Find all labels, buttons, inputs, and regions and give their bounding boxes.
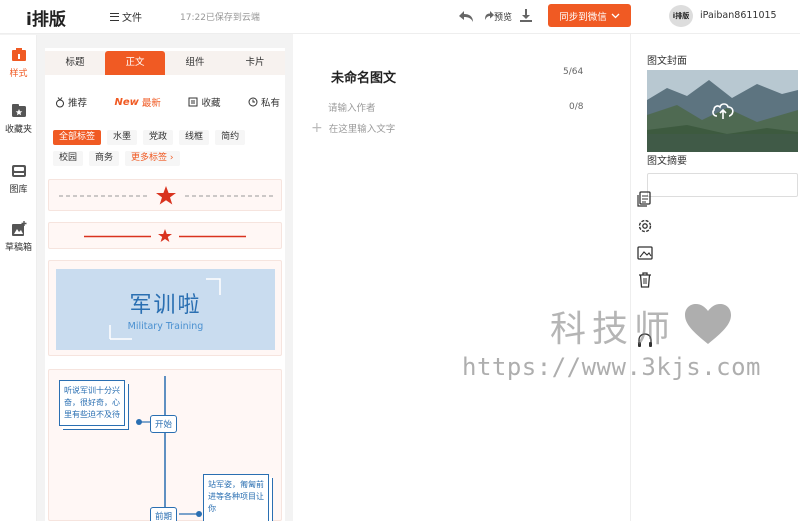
line-star-graphic [84,229,246,242]
military-training-banner: 军训啦 Military Training [56,269,275,350]
medal-icon [56,96,64,107]
file-menu-label: 文件 [122,13,142,24]
timeline-node-early: 前期 [150,507,178,521]
watermark-url: https://www.3kjs.com [462,353,761,381]
summary-label: 图文摘要 [647,156,687,167]
upload-cloud-icon [712,103,734,119]
nav-item-label: 样式 [9,69,28,79]
settings-icon[interactable] [636,217,654,235]
watermark-text: 科技师 [550,309,677,350]
filter-private[interactable]: 私有 [248,95,280,109]
nav-item-label: 图库 [9,185,28,195]
chevron-down-icon [611,13,620,18]
username[interactable]: iPaiban8611015 [700,10,777,21]
style-tabs: 标题 正文 组件 卡片 [45,51,285,75]
editor-area: 未命名图文 5/64 请输入作者 0/8 + 在这里输入文字 [293,34,630,521]
filter-recommend[interactable]: 推荐 [55,95,87,109]
tag-list: 全部标签 水墨 党政 线框 简约 校园 商务 更多标签 › [53,130,281,172]
nav-item-label: 草稿箱 [4,243,32,253]
tab-cards[interactable]: 卡片 [225,51,285,75]
title-char-count: 5/64 [563,67,584,77]
nav-item-drafts[interactable]: 草稿箱 [0,221,37,253]
drafts-icon [11,221,26,236]
app-logo[interactable]: i排版 [26,5,66,30]
tab-title[interactable]: 标题 [45,51,105,75]
gallery-icon [11,165,26,177]
trash-icon[interactable] [636,271,654,289]
filter-favorites-label: 收藏 [201,98,221,109]
avatar[interactable]: i排版 [669,5,693,27]
filter-bar: 推荐 New 最新 收藏 私有 [55,95,280,109]
tag-campus[interactable]: 校园 [53,151,84,166]
author-char-count: 0/8 [569,102,584,112]
filter-recommend-label: 推荐 [68,98,88,109]
menu-icon [110,12,119,21]
template-timeline[interactable]: 听说军训十分兴奋，很好奇，心里有些迫不及待 开始 站军姿，匍匐前进等各种项目让你… [48,369,282,521]
tag-business[interactable]: 商务 [89,151,120,166]
plus-icon: + [311,120,323,136]
filter-private-label: 私有 [260,98,280,109]
tag-party[interactable]: 党政 [143,130,174,145]
tab-components[interactable]: 组件 [165,51,225,75]
nav-item-label: 收藏夹 [4,125,32,135]
bookmark-icon [188,97,198,107]
filter-newest[interactable]: New 最新 [114,95,161,110]
save-status: 17:22已保存到云端 [180,13,260,23]
template-military-training[interactable]: 军训啦 Military Training [48,260,282,356]
template-star-divider[interactable] [48,179,282,211]
star-divider-graphic [59,186,273,205]
style-panel: 标题 正文 组件 卡片 推荐 New 最新 收藏 私有 全部标签 水墨 党政 线… [45,48,285,521]
top-bar: i排版 文件 17:22已保存到云端 预览 同步到微信 i排版 iPaiban8… [0,0,800,34]
cover-label: 图文封面 [647,56,687,67]
timeline-node-start: 开始 [150,415,178,433]
more-tags-link[interactable]: 更多标签 › [125,151,180,166]
nav-item-favorites[interactable]: 收藏夹 [0,103,37,135]
copy-icon[interactable] [636,190,654,208]
timeline-note-2: 站军姿，匍匐前进等各种项目让你 [203,474,269,521]
timeline-note-1: 听说军训十分兴奋，很好奇，心里有些迫不及待 [59,380,125,426]
style-icon [11,48,26,61]
tag-ink[interactable]: 水墨 [107,130,138,145]
author-input[interactable]: 请输入作者 [328,100,376,114]
summary-input[interactable] [647,173,798,197]
document-title-input[interactable]: 未命名图文 [331,67,396,86]
military-training-title: 军训啦 [129,293,202,318]
undo-icon[interactable] [455,7,477,25]
cover-image-upload[interactable] [647,70,798,152]
sync-button-label: 同步到微信 [559,11,607,23]
template-line-star[interactable] [48,222,282,249]
tab-body[interactable]: 正文 [105,51,165,75]
body-text-input[interactable]: + 在这里输入文字 [311,121,395,135]
favorites-icon [11,104,26,117]
tag-frame[interactable]: 线框 [179,130,210,145]
sync-to-wechat-button[interactable]: 同步到微信 [548,4,631,27]
file-menu[interactable]: 文件 [110,9,142,24]
image-icon[interactable] [636,244,654,262]
preview-label: 预览 [494,13,513,23]
filter-newest-label: 最新 [141,98,161,109]
download-icon [520,9,532,22]
app-root: i排版 文件 17:22已保存到云端 预览 同步到微信 i排版 iPaiban8… [0,0,800,521]
right-panel: 图文封面 图文摘要 [630,34,800,521]
left-nav: 样式 收藏夹 图库 草稿箱 [0,35,37,521]
heart-icon [685,304,731,344]
body-placeholder: 在这里输入文字 [328,124,396,135]
tag-simple[interactable]: 简约 [215,130,246,145]
nav-item-style[interactable]: 样式 [0,47,37,79]
preview-button[interactable]: 预览 [484,7,536,27]
filter-favorites[interactable]: 收藏 [188,95,220,109]
tag-all[interactable]: 全部标签 [53,130,102,145]
nav-item-gallery[interactable]: 图库 [0,163,37,195]
new-badge: New [114,96,139,108]
military-training-subtitle: Military Training [127,321,204,332]
clock-icon [248,97,258,107]
